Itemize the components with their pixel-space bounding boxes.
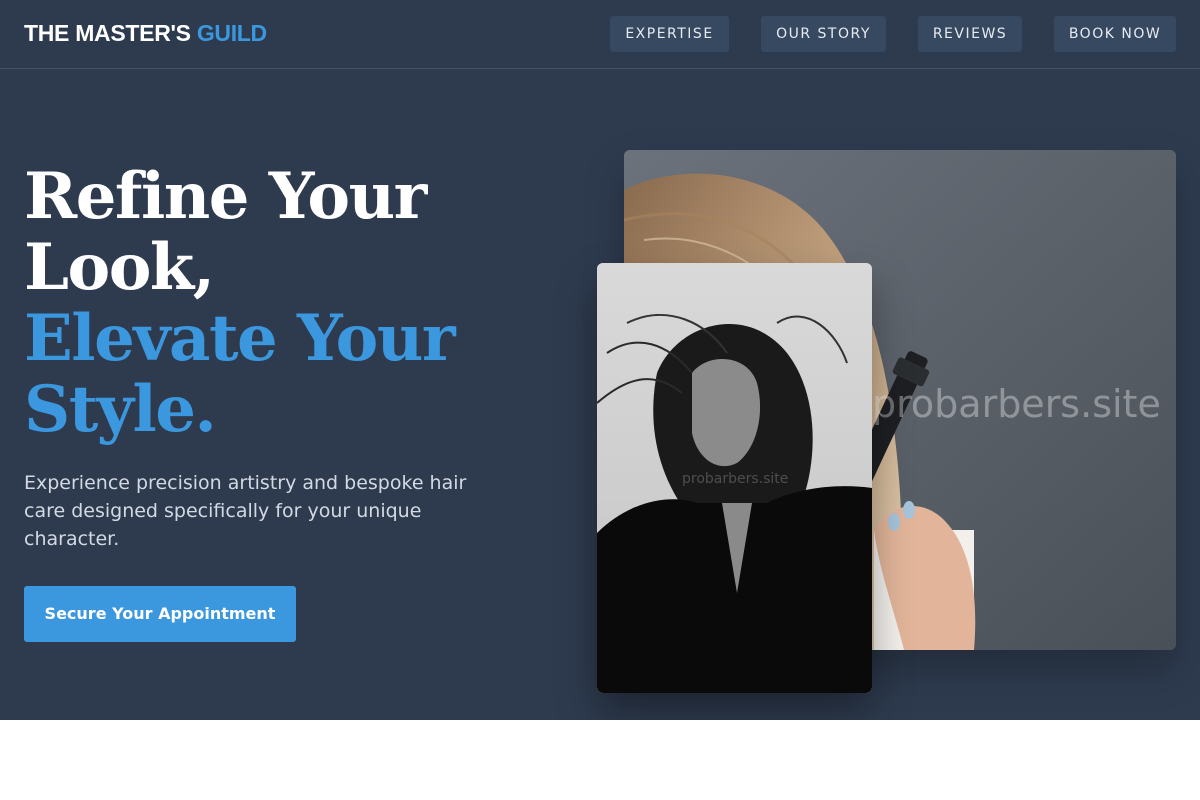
headline-line-4: Style. <box>24 372 217 447</box>
nav-our-story[interactable]: OUR STORY <box>761 16 886 52</box>
secure-appointment-button[interactable]: Secure Your Appointment <box>24 586 296 642</box>
nav-reviews[interactable]: REVIEWS <box>918 16 1022 52</box>
nav-expertise[interactable]: EXPERTISE <box>610 16 729 52</box>
hero-section: Refine Your Look, Elevate Your Style. Ex… <box>0 69 1200 720</box>
logo-text-main: THE MASTER'S <box>24 20 191 46</box>
hero-image-front: probarbers.site <box>597 263 872 693</box>
headline-line-3: Elevate Your <box>24 301 456 376</box>
headline-line-1: Refine Your <box>24 159 427 234</box>
logo-text-accent: GUILD <box>196 20 267 46</box>
image-watermark-back: probarbers.site <box>872 382 1161 426</box>
site-header: THE MASTER'S GUILD EXPERTISE OUR STORY R… <box>0 0 1200 69</box>
headline-line-2: Look, <box>24 230 215 305</box>
page: THE MASTER'S GUILD EXPERTISE OUR STORY R… <box>0 0 1200 800</box>
site-logo[interactable]: THE MASTER'S GUILD <box>24 20 267 47</box>
image-watermark-front: probarbers.site <box>682 471 789 487</box>
hero-headline: Refine Your Look, Elevate Your Style. <box>24 161 544 445</box>
nav-book-now[interactable]: BOOK NOW <box>1054 16 1176 52</box>
page-below-hero <box>0 720 1200 800</box>
hero-subtext: Experience precision artistry and bespok… <box>24 472 467 550</box>
